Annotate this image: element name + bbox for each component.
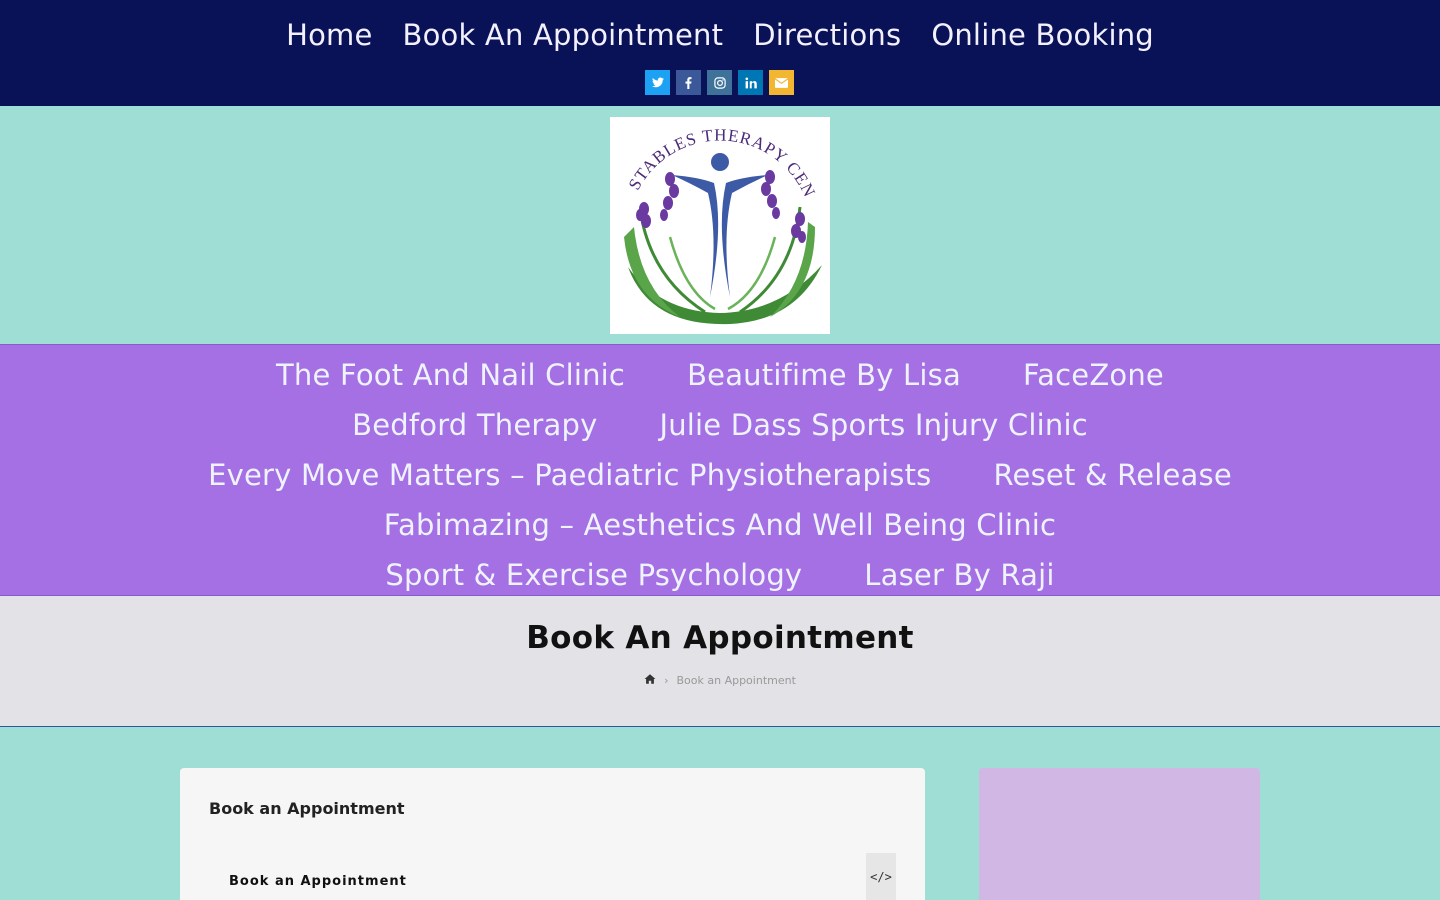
booking-widget-title: Book an Appointment <box>229 874 407 889</box>
clinic-link[interactable]: Every Move Matters – Paediatric Physioth… <box>208 455 931 495</box>
clinic-link[interactable]: Julie Dass Sports Injury Clinic <box>659 405 1087 445</box>
page-title: Book An Appointment <box>526 620 914 656</box>
email-icon[interactable] <box>769 70 794 95</box>
logo-graphic: STABLES THERAPY CENTRE <box>604 102 822 325</box>
clinic-link[interactable]: FaceZone <box>1023 355 1164 395</box>
embed-code-button[interactable]: </> <box>866 853 896 900</box>
breadcrumb: › Book an Appointment <box>0 673 1440 688</box>
card-title: Book an Appointment <box>209 799 405 818</box>
breadcrumb-separator: › <box>664 674 669 687</box>
clinic-link[interactable]: Laser By Raji <box>864 555 1054 595</box>
top-bar: Home Book An Appointment Directions Onli… <box>0 0 1440 106</box>
instagram-icon[interactable] <box>707 70 732 95</box>
linkedin-icon[interactable] <box>738 70 763 95</box>
clinic-link[interactable]: Beautifime By Lisa <box>687 355 961 395</box>
clinic-link[interactable]: Reset & Release <box>994 455 1232 495</box>
clinic-navigation: The Foot And Nail Clinic Beautifime By L… <box>0 344 1440 596</box>
top-navigation: Home Book An Appointment Directions Onli… <box>0 14 1440 56</box>
nav-book-appointment[interactable]: Book An Appointment <box>403 14 724 56</box>
breadcrumb-current: Book an Appointment <box>676 674 796 687</box>
nav-directions[interactable]: Directions <box>753 14 901 56</box>
home-icon[interactable] <box>644 673 656 688</box>
sidebar-widget <box>979 768 1260 900</box>
nav-home[interactable]: Home <box>286 14 372 56</box>
page-title-band <box>0 596 1440 727</box>
site-logo[interactable]: STABLES THERAPY CENTRE <box>604 102 830 334</box>
nav-online-booking[interactable]: Online Booking <box>931 14 1154 56</box>
clinic-link[interactable]: The Foot And Nail Clinic <box>276 355 625 395</box>
clinic-link[interactable]: Bedford Therapy <box>352 405 597 445</box>
twitter-icon[interactable] <box>645 70 670 95</box>
clinic-link[interactable]: Fabimazing – Aesthetics And Well Being C… <box>384 505 1056 545</box>
clinic-link[interactable]: Sport & Exercise Psychology <box>385 555 802 595</box>
social-links <box>645 70 794 95</box>
facebook-icon[interactable] <box>676 70 701 95</box>
